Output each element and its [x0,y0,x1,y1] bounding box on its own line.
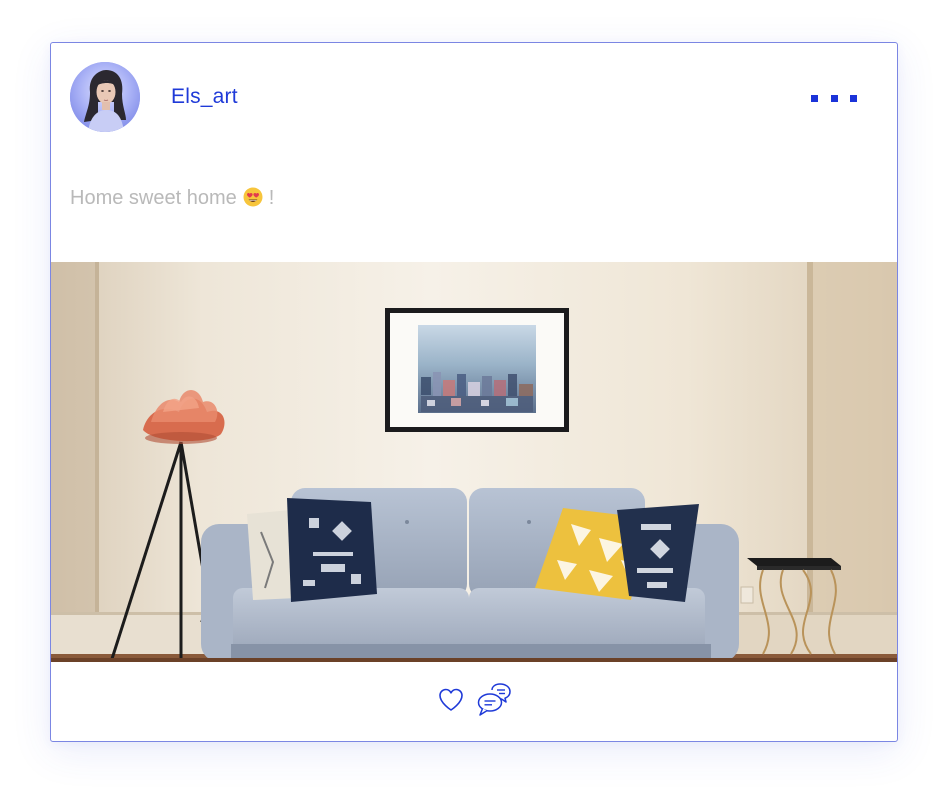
more-dot [830,94,838,102]
avatar-image [70,62,140,132]
heart-icon[interactable] [436,685,466,715]
more-dot [850,94,857,102]
caption-text: Home sweet home [70,187,237,209]
post-actions [51,662,897,741]
post-card: Els_art Home sweet home ! [50,42,898,742]
living-room-photo [51,262,897,662]
more-dots-icon[interactable] [811,91,857,105]
comment-bubbles-icon[interactable] [476,682,514,718]
heart-eyes-emoji-icon [243,187,263,213]
avatar[interactable] [70,62,140,132]
username[interactable]: Els_art [171,85,238,109]
post-photo[interactable] [51,262,897,662]
more-dot [811,94,818,102]
caption-suffix: ! [268,187,275,209]
post-caption: Home sweet home ! [70,187,274,213]
